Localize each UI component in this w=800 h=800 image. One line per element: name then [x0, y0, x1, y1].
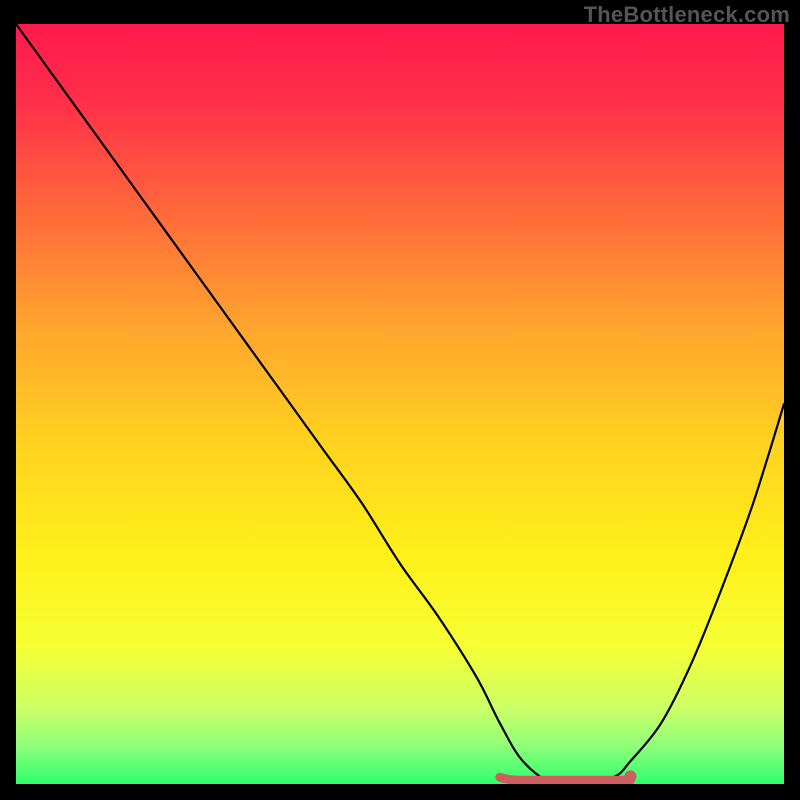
watermark-text: TheBottleneck.com: [584, 2, 790, 28]
flat-region-markers: [16, 24, 784, 784]
plot-area: [16, 24, 784, 784]
chart-container: TheBottleneck.com: [0, 0, 800, 800]
